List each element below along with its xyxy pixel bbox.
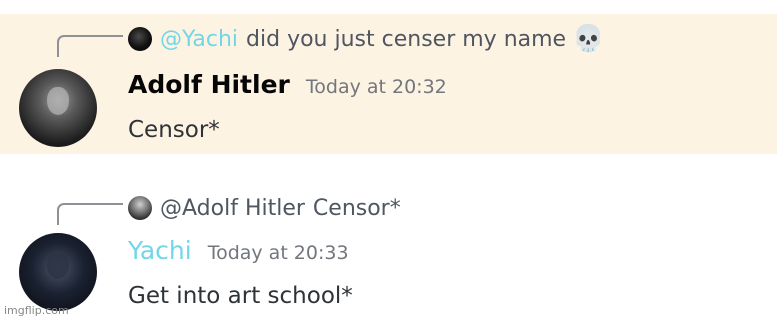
reply-mention[interactable]: @Adolf Hitler <box>160 196 305 221</box>
avatar-face <box>47 251 69 279</box>
timestamp: Today at 20:32 <box>305 76 447 98</box>
avatar[interactable] <box>19 69 97 147</box>
reply-preview[interactable]: @Adolf Hitler Censor* <box>128 193 401 223</box>
watermark: imgflip.com <box>4 304 69 317</box>
reply-mention[interactable]: @Yachi <box>160 27 238 52</box>
message-content: Censor* <box>128 117 220 143</box>
reply-avatar <box>128 27 152 51</box>
reply-text: Censor* <box>312 195 401 221</box>
reply-spine <box>57 203 123 225</box>
message-header: Yachi Today at 20:33 <box>128 236 349 265</box>
avatar-face <box>47 87 69 115</box>
message-content: Get into art school* <box>128 283 353 309</box>
reply-avatar <box>128 196 152 220</box>
reply-spine <box>57 35 123 57</box>
message-2[interactable]: @Adolf Hitler Censor* Yachi Today at 20:… <box>0 180 777 321</box>
message-header: Adolf Hitler Today at 20:32 <box>128 70 447 99</box>
top-strip <box>0 0 777 14</box>
reply-text: did you just censer my name <box>246 26 567 52</box>
timestamp: Today at 20:33 <box>207 242 349 264</box>
author-name[interactable]: Yachi <box>128 236 192 265</box>
avatar[interactable] <box>19 233 97 311</box>
author-name[interactable]: Adolf Hitler <box>128 70 290 99</box>
skull-emoji-icon: 💀 <box>572 24 605 54</box>
message-1[interactable]: @Yachi did you just censer my name 💀 Ado… <box>0 14 777 154</box>
reply-preview[interactable]: @Yachi did you just censer my name 💀 <box>128 24 604 54</box>
